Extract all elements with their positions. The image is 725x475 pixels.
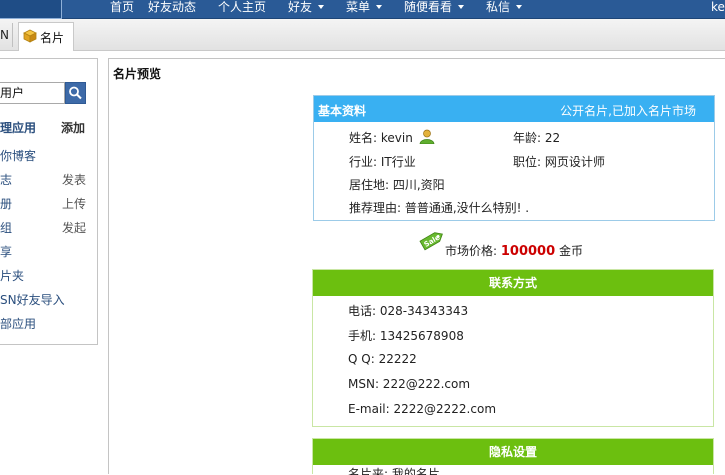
sidebar-item-msn-import[interactable]: SN好友导入 (0, 291, 65, 308)
nav-browse[interactable]: 随便看看 (404, 0, 465, 17)
field-residence: 居住地: 四川,资阳 (349, 178, 445, 192)
nav-messages[interactable]: 私信 (486, 0, 523, 17)
field-reason: 推荐理由: 普普通通,没什么特别! . (349, 201, 530, 215)
field-email: E-mail: 2222@2222.com (348, 402, 497, 416)
package-icon (23, 29, 37, 43)
sidebar-action-upload[interactable]: 上传 (62, 195, 86, 212)
field-position: 职位: 网页设计师 (513, 155, 605, 169)
tab-divider (12, 23, 13, 47)
sidebar-item-card-folder[interactable]: 片夹 (0, 267, 24, 284)
tab-card[interactable]: 名片 (18, 22, 74, 51)
search-icon (69, 86, 82, 100)
search-button[interactable] (65, 82, 86, 104)
price-unit: 金币 (558, 244, 583, 258)
price-label: 市场价格: (445, 244, 498, 258)
field-msn: MSN: 222@222.com (348, 377, 471, 391)
page-title: 名片预览 (113, 67, 162, 81)
sidebar-item-group[interactable]: 组 (0, 219, 12, 236)
nav-user[interactable]: ke (711, 0, 725, 17)
price-value: 100000 (500, 244, 556, 259)
field-qq: Q Q: 22222 (348, 352, 417, 366)
basic-info-panel: 基本资料 公开名片,已加入名片市场 姓名: kevin 年龄: 22 行业: I… (313, 95, 715, 221)
apps-heading: 理应用 (0, 121, 37, 135)
search-input[interactable]: 用户 (0, 82, 65, 104)
top-nav: 首页 好友动态 个人主页 好友 菜单 随便看看 私信 ke (0, 0, 725, 19)
privacy-heading: 隐私设置 (313, 439, 713, 465)
sidebar-action-create[interactable]: 发起 (62, 219, 86, 236)
tab-card-label: 名片 (40, 31, 65, 45)
tab-bar: N 名片 (0, 19, 725, 51)
sidebar-item-album[interactable]: 册 (0, 195, 12, 212)
chevron-down-icon (376, 5, 383, 9)
chevron-down-icon (458, 5, 465, 9)
sidebar-item-all-apps[interactable]: 部应用 (0, 315, 36, 332)
market-price: 市场价格: 100000 金币 (445, 242, 583, 259)
sale-tag-icon: Sale (419, 232, 443, 251)
contact-heading: 联系方式 (313, 270, 713, 296)
apps-add-link[interactable]: 添加 (61, 119, 85, 136)
sidebar-action-post[interactable]: 发表 (62, 171, 86, 188)
field-industry: 行业: IT行业 (349, 155, 416, 169)
sidebar-item-share[interactable]: 享 (0, 243, 12, 260)
privacy-panel: 隐私设置 名片夹: 我的名片 (312, 438, 714, 475)
sidebar: 用户 理应用 添加 你博客 志 发表 册 上传 组 发起 享 片夹 SN好友导入… (0, 58, 98, 345)
card-status: 公开名片,已加入名片市场 (560, 104, 696, 118)
nav-profile[interactable]: 个人主页 (218, 0, 266, 17)
field-phone: 电话: 028-34343343 (348, 304, 469, 318)
field-mobile: 手机: 13425678908 (348, 329, 464, 343)
field-age: 年龄: 22 (513, 131, 561, 145)
basic-info-heading: 基本资料 (318, 104, 367, 118)
chevron-down-icon (516, 5, 523, 9)
basic-info-header: 基本资料 公开名片,已加入名片市场 (314, 96, 714, 122)
nav-friends[interactable]: 好友 (288, 0, 325, 17)
site-logo[interactable] (0, 0, 62, 19)
tab-msn[interactable]: N (0, 28, 9, 42)
contact-panel: 联系方式 电话: 028-34343343 手机: 13425678908 Q … (312, 269, 714, 427)
nav-menu[interactable]: 菜单 (346, 0, 383, 17)
nav-home[interactable]: 首页 (110, 0, 134, 17)
sidebar-item-blog[interactable]: 你博客 (0, 147, 36, 164)
sidebar-item-journal[interactable]: 志 (0, 171, 12, 188)
field-name: 姓名: kevin (349, 129, 435, 146)
chevron-down-icon (318, 5, 325, 9)
user-icon (419, 129, 434, 145)
nav-friend-feed[interactable]: 好友动态 (148, 0, 196, 17)
